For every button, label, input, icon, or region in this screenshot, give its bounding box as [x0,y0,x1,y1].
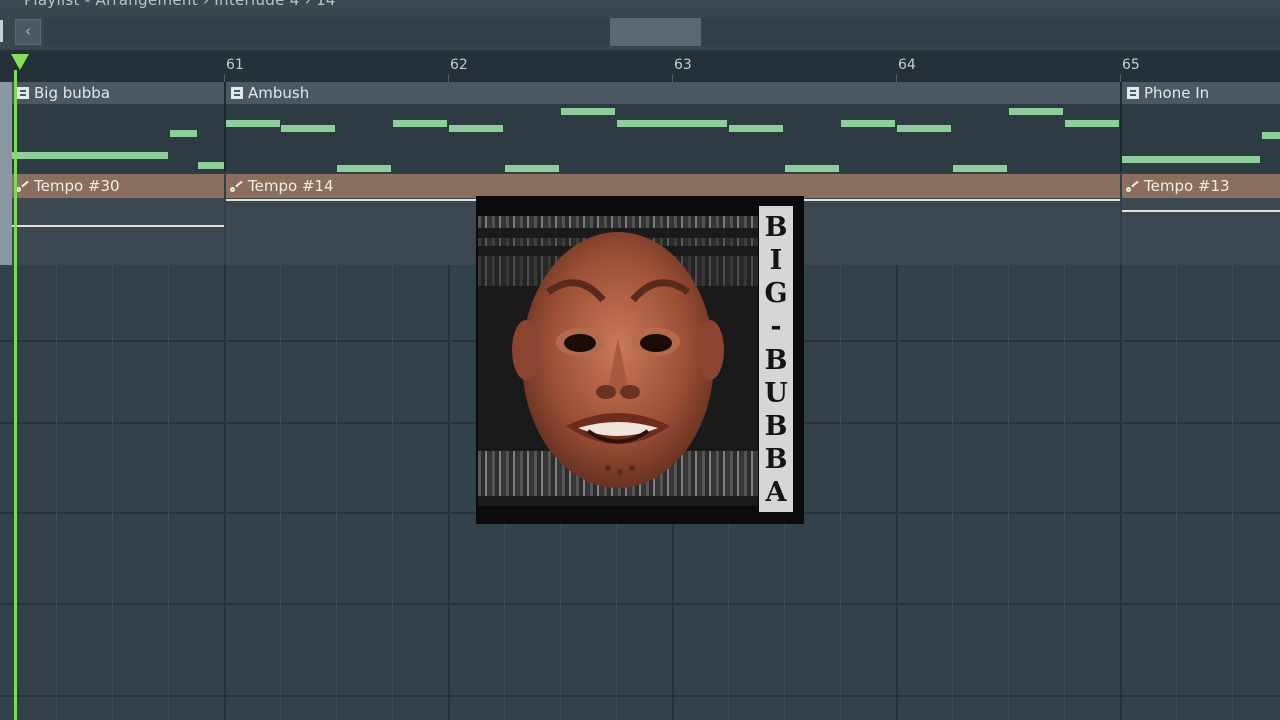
pattern-note [897,125,951,132]
ruler-bar-number: 64 [898,57,916,73]
grid-bar-line [448,265,450,720]
ruler-tick [1120,74,1121,82]
scroll-thumb[interactable] [610,18,701,46]
pattern-clip-phone-in[interactable]: Phone In [1122,82,1280,104]
grid-bar-line [224,265,226,720]
album-title-letter: G [764,278,788,310]
album-title-letter: B [764,344,788,376]
album-art-overlay: B I G - B U B B A [476,196,804,524]
ruler-bar-number: 61 [226,57,244,73]
grid-beat-line [336,265,337,720]
pattern-note [1065,120,1119,127]
grid-beat-line [1176,265,1177,720]
automation-clip-tempo-30[interactable]: Tempo #30 [12,174,224,198]
automation-clip-label: Tempo #13 [1144,177,1230,195]
album-title-letter: - [770,311,782,343]
ruler-tick [448,74,449,82]
pattern-clip-label: Ambush [248,84,310,102]
glitch-noise [478,216,758,228]
album-title-letter: A [765,477,787,508]
pattern-clip-label: Phone In [1144,84,1210,102]
pattern-note [1262,132,1280,139]
automation-clip-tempo-13[interactable]: Tempo #13 [1122,174,1280,198]
grid-beat-line [1064,265,1065,720]
pattern-note [729,125,783,132]
timeline-ruler[interactable]: 61 62 63 64 65 [0,50,1280,82]
pattern-note [449,125,503,132]
album-title-banner: B I G - B U B B A [759,206,793,512]
grid-beat-line [392,265,393,720]
noh-mask-illustration [512,232,724,488]
album-art-image [478,216,758,506]
automation-clip-tempo-14[interactable]: Tempo #14 [226,174,1120,198]
automation-clip-label: Tempo #14 [248,177,334,195]
grid-beat-line [952,265,953,720]
pattern-note [617,120,727,127]
pattern-clip-icon [1127,87,1139,99]
grid-bar-line [896,265,898,720]
grid-beat-line [56,265,57,720]
scroll-left-button[interactable]: ‹ [15,19,41,45]
grid-beat-line [112,265,113,720]
pattern-clip-body[interactable] [12,104,224,172]
automation-link-icon [16,180,30,192]
grid-row-line [0,603,1280,605]
pattern-clip-icon [231,87,243,99]
window-title-bar: Playlist - Arrangement › Interlude 4 › 1… [0,0,1280,8]
album-title-letter: B [764,212,788,243]
pattern-note [505,165,559,172]
grid-beat-line [840,265,841,720]
grid-beat-line [168,265,169,720]
playhead-line [14,70,17,720]
grid-beat-line [1008,265,1009,720]
pattern-note [337,165,391,172]
automation-curve [12,225,224,227]
ruler-tick [896,74,897,82]
pattern-note [841,120,895,127]
chevron-left-icon: ‹ [25,22,31,40]
ruler-bar-number: 65 [1122,57,1140,73]
pattern-note [226,120,280,127]
clip-divider [224,82,226,172]
window-title: Playlist - Arrangement › Interlude 4 › 1… [24,0,336,8]
automation-link-icon [230,180,244,192]
pattern-clip-body[interactable] [226,104,1120,172]
pattern-clip-icon [17,87,29,99]
pattern-note [170,130,197,137]
playhead-marker[interactable] [11,54,29,70]
automation-clip-body[interactable] [1122,198,1280,265]
album-title-letter: B [764,410,788,442]
pattern-note [281,125,335,132]
grid-bar-line [1120,265,1122,720]
album-title-letter: U [764,377,788,409]
horizontal-scrollbar: ‹ [0,8,1280,50]
scroll-edge-indicator [0,20,3,42]
pattern-note [1122,156,1260,163]
automation-link-icon [1126,180,1140,192]
ruler-tick [672,74,673,82]
pattern-note [953,165,1007,172]
pattern-note [1009,108,1063,115]
pattern-note [393,120,447,127]
pattern-clip-label: Big bubba [34,84,111,102]
pattern-note [198,162,224,169]
grid-beat-line [280,265,281,720]
automation-clip-body[interactable] [12,198,224,265]
pattern-note [12,152,168,159]
track-selection-strip [0,82,12,265]
ruler-tick [224,74,225,82]
pattern-note [785,165,839,172]
album-title-letter: I [769,245,783,277]
grid-beat-line [1232,265,1233,720]
ruler-bar-number: 63 [674,57,692,73]
grid-row-line [0,695,1280,697]
album-title-letter: B [764,443,788,475]
automation-curve [1122,210,1280,212]
pattern-note [561,108,615,115]
ruler-bar-number: 62 [450,57,468,73]
pattern-clip-ambush[interactable]: Ambush [226,82,1120,104]
pattern-clip-big-bubba[interactable]: Big bubba [12,82,224,104]
automation-clip-label: Tempo #30 [34,177,120,195]
